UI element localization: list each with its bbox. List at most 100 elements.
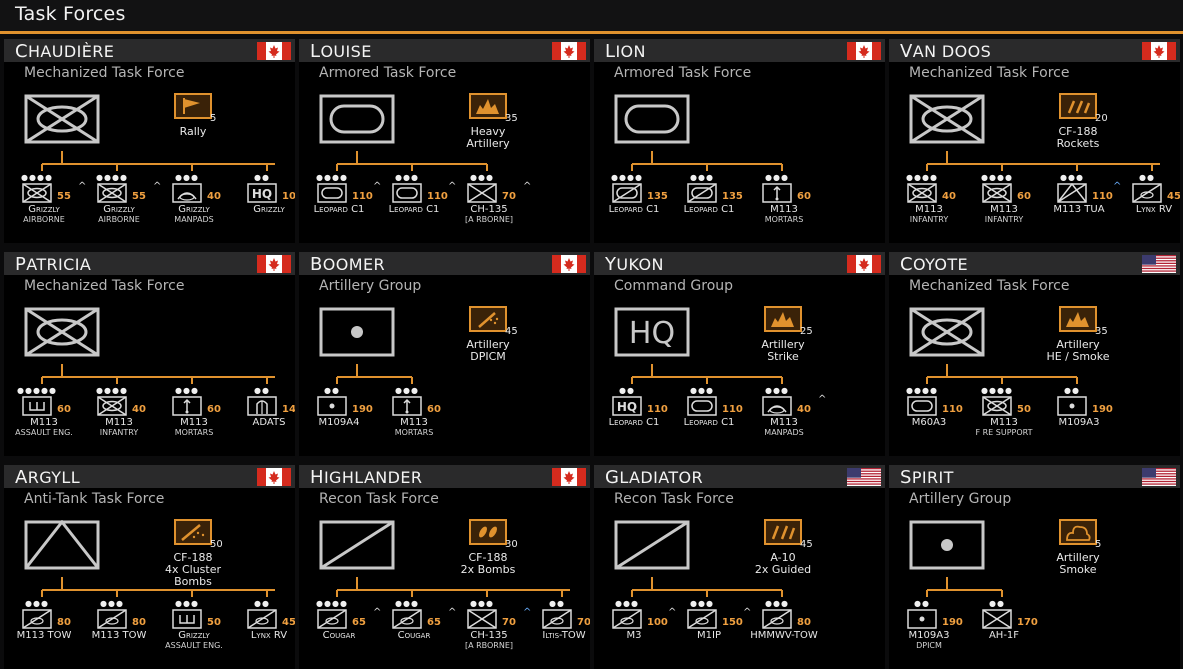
task-force-card-spirit[interactable]: Spirit Artillery Group 5 Artillery Smoke … [889, 465, 1180, 669]
unit-card[interactable]: ●● 190 M109A3 [1043, 387, 1115, 428]
canada-flag-icon [847, 42, 881, 60]
card-header: Gladiator [594, 465, 885, 488]
task-force-card-coyote[interactable]: Coyote Mechanized Task Force 35 Artiller… [889, 252, 1180, 456]
task-force-name: Yukon [605, 254, 664, 275]
unit-name: M3 [626, 630, 642, 641]
support-count: 45 [505, 326, 518, 337]
canada-flag-icon [847, 255, 881, 273]
cluster-bombs-icon[interactable] [174, 519, 212, 545]
card-header: Boomer [299, 252, 590, 275]
unit-card[interactable]: ●●● 60 M113 Mortars [748, 174, 820, 224]
support-ability[interactable]: 5 Artillery Smoke [1023, 519, 1133, 576]
unit-size-dots: ●● [254, 173, 270, 182]
task-force-card-boomer[interactable]: Boomer Artillery Group 45 Artillery DPICM… [299, 252, 590, 456]
unit-size-dots: ●●● [765, 173, 789, 182]
recon-slash-unit-icon: 80 [762, 609, 812, 629]
task-force-card-chaudi-re[interactable]: Chaudière Mechanized Task Force 5 Rally … [4, 39, 295, 243]
rockets-icon[interactable] [1059, 93, 1097, 119]
task-force-card-lion[interactable]: Lion Armored Task Force ●●●● 135 Leopard… [594, 39, 885, 243]
unit-name: Leopard C1 [683, 417, 735, 428]
unit-name: Grizzly [103, 204, 135, 215]
unit-card[interactable]: ●● 170 AH-1F [968, 600, 1040, 641]
dpicm-icon[interactable] [469, 306, 507, 332]
support-count: 25 [800, 326, 813, 337]
artillery-burst-icon[interactable] [1059, 306, 1097, 332]
upgrade-chevron-icon[interactable]: ^ [523, 181, 531, 192]
task-force-card-van-doos[interactable]: Van Doos Mechanized Task Force 20 CF-188… [889, 39, 1180, 243]
guided-bombs-icon[interactable] [764, 519, 802, 545]
recon-symbol-icon [614, 520, 690, 570]
support-count: 30 [505, 539, 518, 550]
bombs-icon[interactable] [469, 519, 507, 545]
support-ability[interactable]: 45 Artillery DPICM [433, 306, 543, 363]
task-force-card-yukon[interactable]: Yukon Command Group HQ 25 Artillery Strike… [594, 252, 885, 456]
support-count: 5 [1095, 539, 1102, 550]
support-ability[interactable]: 20 CF-188 Rockets [1023, 93, 1133, 150]
recon-slash-unit-icon: 100 ^ [612, 607, 676, 629]
unit-card[interactable]: ●●● 60 M113 Mortars [378, 387, 450, 437]
unit-size-dots: ●●● [175, 599, 199, 608]
support-label-line: Rally [179, 125, 207, 138]
unit-name: Cougar [397, 630, 431, 641]
support-ability[interactable]: 5 Rally [138, 93, 248, 138]
unit-card[interactable]: ●●● 80 HMMWV-TOW [748, 600, 820, 641]
unit-cost: 70 [501, 191, 517, 202]
unit-cost: 170 [1016, 617, 1039, 628]
unit-card[interactable]: ●● HQ 100 Grizzly [233, 174, 295, 215]
unit-name: M109A3 [1058, 417, 1100, 428]
artillery-burst-icon[interactable] [764, 306, 802, 332]
task-force-type: Artillery Group [319, 278, 422, 294]
task-force-card-argyll[interactable]: Argyll Anti-Tank Task Force 50 CF-188 4x … [4, 465, 295, 669]
unit-card[interactable]: ●● 45 Lynx RV [1118, 174, 1180, 215]
canada-flag-icon [1142, 42, 1176, 60]
unit-subtitle: Mortars [174, 428, 214, 437]
support-ability[interactable]: 30 CF-188 2x Bombs [433, 519, 543, 576]
upgrade-chevron-icon[interactable]: ^ [818, 394, 826, 405]
support-label: Artillery DPICM [433, 339, 543, 363]
support-label: Artillery Smoke [1023, 552, 1133, 576]
unit-cost: 110 [646, 404, 669, 415]
support-ability[interactable]: 35 Artillery HE / Smoke [1023, 306, 1133, 363]
svg-text:HQ: HQ [617, 400, 637, 414]
mech-symbol-icon [909, 94, 985, 144]
support-label-line: HE / Smoke [1046, 350, 1110, 363]
unit-card[interactable]: ●●● 70 ^ CH-135 [A rborne] [453, 174, 531, 225]
armor-unit-icon: 110 ^ [317, 181, 381, 203]
task-force-card-patricia[interactable]: Patricia Mechanized Task Force ●●●●● 60 … [4, 252, 295, 456]
task-force-grid: Chaudière Mechanized Task Force 5 Rally … [4, 39, 1180, 669]
support-ability[interactable]: 35 Heavy Artillery [433, 93, 543, 150]
unit-cost: 50 [1016, 404, 1032, 415]
unit-card[interactable]: ●● 45 Lynx RV [233, 600, 295, 641]
recon-slash-unit-icon: 80 [97, 609, 147, 629]
unit-card[interactable]: ●● 70 ^ Iltis-TOW [528, 600, 590, 641]
support-label-line: 2x Guided [754, 563, 812, 576]
unit-subtitle: [A rborne] [464, 215, 514, 224]
smoke-icon[interactable] [1059, 519, 1097, 545]
support-ability[interactable]: 45 A-10 2x Guided [728, 519, 838, 576]
support-ability[interactable]: 50 CF-188 4x Cluster Bombs [138, 519, 248, 588]
task-force-card-highlander[interactable]: Highlander Recon Task Force 30 CF-188 2x … [299, 465, 590, 669]
task-force-card-louise[interactable]: Louise Armored Task Force 35 Heavy Artill… [299, 39, 590, 243]
card-header: Spirit [889, 465, 1180, 488]
unit-subtitle: Mortars [764, 215, 804, 224]
unit-name: M113 TOW [16, 630, 72, 641]
mech-unit-icon: 55 ^ [22, 181, 86, 203]
unit-card[interactable]: ●● 140 ADATS [233, 387, 295, 428]
unit-card[interactable]: ●●● 40 ^ M113 MANPADS [748, 387, 826, 437]
support-ability[interactable]: 25 Artillery Strike [728, 306, 838, 363]
unit-name: Lynx RV [250, 630, 288, 641]
unit-cost: 60 [56, 404, 72, 415]
hq-symbol-icon: HQ [614, 307, 690, 357]
rally-flag-icon[interactable] [174, 93, 212, 119]
unit-cost: 110 [1091, 191, 1114, 202]
task-force-type: Command Group [614, 278, 734, 294]
unit-cost: 80 [796, 617, 812, 628]
task-force-type: Armored Task Force [319, 65, 457, 81]
card-header: Patricia [4, 252, 295, 275]
task-force-type: Recon Task Force [319, 491, 439, 507]
task-force-card-gladiator[interactable]: Gladiator Recon Task Force 45 A-10 2x Gui… [594, 465, 885, 669]
unit-size-dots: ●● [549, 599, 565, 608]
unit-subtitle: F re Support [975, 428, 1033, 437]
artillery-burst-icon[interactable] [469, 93, 507, 119]
task-force-name: Highlander [310, 467, 423, 488]
